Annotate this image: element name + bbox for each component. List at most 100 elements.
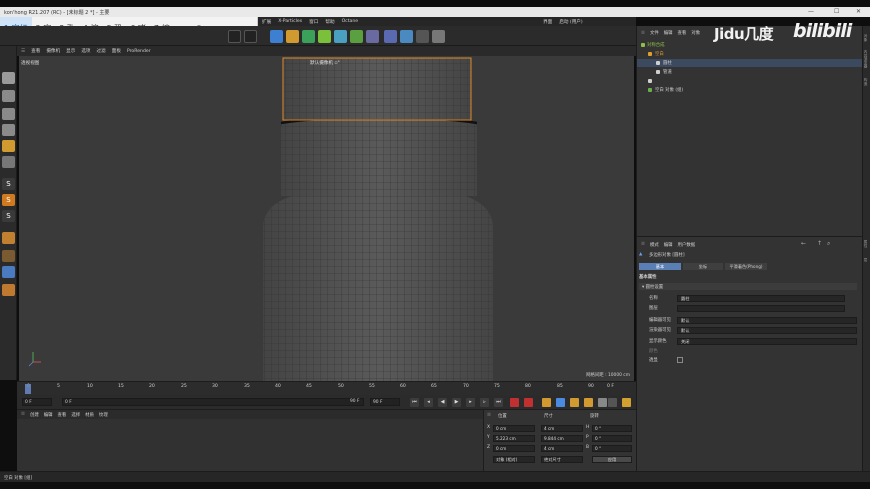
rot-h-field[interactable]: 0 ° — [592, 425, 632, 432]
display-color-select[interactable]: 关闭 — [677, 338, 857, 345]
rot-p-field[interactable]: 0 ° — [592, 435, 632, 442]
next-key-icon[interactable]: ▹ — [480, 398, 489, 407]
viewport-menu-item[interactable]: 显示 — [66, 48, 75, 54]
pos-y-field[interactable]: 5.223 cm — [493, 435, 535, 442]
object-menu-item[interactable]: 查看 — [678, 30, 687, 36]
camera-icon[interactable] — [416, 30, 429, 43]
points-mode-icon[interactable] — [2, 108, 15, 120]
cylinder-mesh[interactable] — [19, 56, 634, 381]
render-icon[interactable] — [244, 30, 257, 43]
rotate-key-icon[interactable] — [584, 398, 593, 407]
pos-z-field[interactable]: 0 cm — [493, 445, 535, 452]
timeline-menu-icon[interactable] — [622, 398, 631, 407]
menu-item[interactable]: 帮助 — [325, 19, 334, 25]
object-menu-item[interactable]: 编辑 — [664, 30, 673, 36]
right-tab[interactable]: 构造 — [864, 78, 869, 85]
polygons-mode-icon[interactable] — [2, 140, 15, 152]
attribute-menu-icon[interactable]: ☰ — [641, 242, 645, 247]
material-menu-item[interactable]: 编辑 — [44, 412, 53, 418]
size-x-field[interactable]: 4 cm — [541, 425, 583, 432]
scale-key-icon[interactable] — [570, 398, 579, 407]
magnet-icon[interactable] — [2, 232, 15, 244]
subdivision-icon[interactable] — [302, 30, 315, 43]
record-icon[interactable] — [510, 398, 519, 407]
material-menu-item[interactable]: 材质 — [85, 412, 94, 418]
back-arrow-icon[interactable]: ← — [801, 240, 806, 247]
play-icon[interactable]: ▶ — [452, 398, 461, 407]
maximize-button[interactable]: ☐ — [834, 8, 839, 15]
size-y-field[interactable]: 9.844 cm — [541, 435, 583, 442]
cube-icon[interactable] — [270, 30, 283, 43]
object-row[interactable]: 空白 — [637, 50, 863, 58]
object-row[interactable]: 空白 对象 (组) — [637, 86, 863, 94]
viewport-menu-item[interactable]: 面板 — [112, 48, 121, 54]
name-field[interactable]: 圆柱 — [677, 295, 845, 302]
layer-field[interactable] — [677, 305, 845, 312]
object-row[interactable]: 管道 — [637, 68, 863, 76]
size-mode-select[interactable]: 绝对尺寸 — [541, 456, 583, 463]
coord-menu-icon[interactable]: ☰ — [487, 413, 491, 418]
go-end-icon[interactable]: ⏭ — [494, 398, 503, 407]
prev-key-icon[interactable]: ◂ — [424, 398, 433, 407]
object-menu-item[interactable]: 对象 — [691, 30, 700, 36]
viewport-menu-item[interactable]: 摄像机 — [46, 48, 60, 54]
render-view-icon[interactable] — [228, 30, 241, 43]
snap-icon[interactable]: S — [2, 178, 15, 190]
tag-icon[interactable] — [384, 30, 397, 43]
prev-frame-icon[interactable]: ◀ — [438, 398, 447, 407]
auto-key-icon[interactable] — [524, 398, 533, 407]
frame-range-start[interactable]: 0 F — [62, 398, 364, 406]
pos-x-field[interactable]: 0 cm — [493, 425, 535, 432]
viewport-menu-item[interactable]: 查看 — [31, 48, 40, 54]
menu-item[interactable]: 窗口 — [309, 19, 318, 25]
menu-item[interactable]: X-Particles — [278, 19, 302, 24]
minimize-button[interactable]: — — [808, 8, 814, 15]
material-menu-item[interactable]: 创建 — [30, 412, 39, 418]
keyframe-icon[interactable] — [542, 398, 551, 407]
paint-icon[interactable] — [2, 250, 15, 262]
up-arrow-icon[interactable]: ↑ — [817, 240, 822, 247]
tab-coord[interactable]: 坐标 — [683, 263, 723, 270]
attribute-menu-item[interactable]: 用户数据 — [678, 242, 696, 248]
bend-icon[interactable] — [366, 30, 379, 43]
param-key-icon[interactable] — [598, 398, 607, 407]
end-frame-field[interactable]: 90 F — [370, 398, 400, 406]
edges-mode-icon[interactable] — [2, 124, 15, 136]
editor-visible-select[interactable]: 默认 — [677, 317, 857, 324]
move-key-icon[interactable] — [556, 398, 565, 407]
lock-icon[interactable] — [2, 284, 15, 296]
frame-range-end[interactable]: 90 F — [348, 398, 364, 406]
apply-button[interactable]: 应用 — [592, 456, 632, 463]
right-tab[interactable]: 层 — [864, 258, 869, 262]
object-menu-item[interactable]: 文件 — [650, 30, 659, 36]
workplane-icon[interactable]: S — [2, 194, 15, 206]
next-frame-icon[interactable]: ▸ — [466, 398, 475, 407]
timeline-ruler[interactable]: 0 5 10 15 20 25 30 35 40 45 50 55 60 65 … — [17, 381, 636, 395]
checker-icon[interactable] — [2, 90, 15, 102]
tab-phong[interactable]: 平滑着色(Phong) — [725, 263, 767, 270]
rot-b-field[interactable]: 0 ° — [592, 445, 632, 452]
object-menu-icon[interactable]: ☰ — [641, 31, 645, 36]
right-tab[interactable]: 对象 — [864, 34, 869, 41]
coord-mode-select[interactable]: 对象 (相对) — [493, 456, 535, 463]
grid-icon[interactable] — [2, 266, 15, 278]
pen-icon[interactable] — [286, 30, 299, 43]
quantize-icon[interactable]: S — [2, 210, 15, 222]
material-menu-icon[interactable]: ☰ — [21, 412, 25, 417]
playhead[interactable] — [25, 384, 31, 394]
right-tab[interactable]: 内容浏览器 — [864, 50, 869, 68]
array-icon[interactable] — [318, 30, 331, 43]
material-menu-item[interactable]: 纹理 — [99, 412, 108, 418]
object-row[interactable]: 圆柱 — [637, 59, 863, 67]
model-mode-icon[interactable] — [2, 72, 15, 84]
current-frame-field[interactable]: 0 F — [22, 398, 52, 406]
render-visible-select[interactable]: 默认 — [677, 327, 857, 334]
viewport-menu-icon[interactable]: ☰ — [21, 49, 25, 54]
xray-checkbox[interactable] — [677, 357, 683, 363]
light-icon[interactable] — [432, 30, 445, 43]
group-header[interactable]: ▾ 圆柱设置 — [639, 283, 857, 290]
object-row[interactable] — [637, 77, 863, 85]
attribute-menu-item[interactable]: 模式 — [650, 242, 659, 248]
right-tab[interactable]: 属性 — [864, 240, 869, 247]
size-z-field[interactable]: 4 cm — [541, 445, 583, 452]
